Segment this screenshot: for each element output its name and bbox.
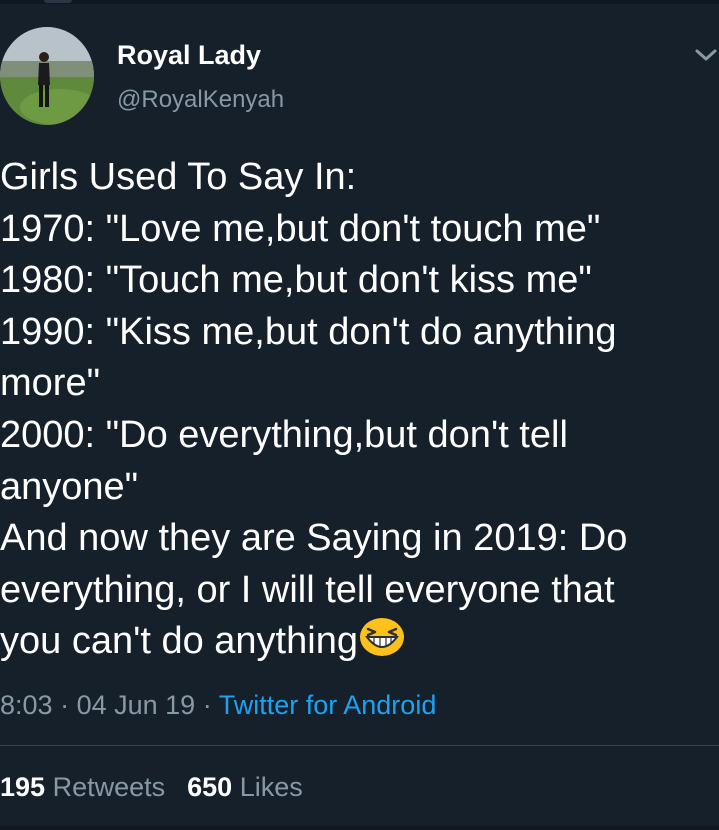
tweet-line: 1980: "Touch me,but don't kiss me" — [0, 259, 592, 302]
avatar-photo — [0, 27, 94, 125]
grinning-squinting-face-icon — [359, 618, 404, 657]
tweet-line: anyone" — [0, 465, 139, 508]
meta-separator: · — [202, 690, 212, 720]
divider — [0, 745, 719, 746]
user-handle[interactable]: @RoyalKenyah — [117, 86, 284, 114]
tweet-meta: 8:03 · 04 Jun 19 · Twitter for Android — [0, 690, 436, 721]
tweet-line-text: you can't do anything — [0, 620, 358, 663]
bottom-edge — [0, 826, 719, 830]
meta-separator: · — [60, 690, 70, 720]
retweets-stat[interactable]: 195 Retweets — [0, 772, 165, 802]
tweet-line: 2000: "Do everything,but don't tell — [0, 413, 568, 456]
source-client-link[interactable]: Twitter for Android — [219, 690, 437, 720]
engagement-stats: 195 Retweets 650 Likes — [0, 772, 303, 803]
tweet-line: more" — [0, 362, 101, 405]
retweets-label: Retweets — [52, 772, 166, 802]
chevron-down-icon[interactable] — [693, 44, 719, 66]
likes-label: Likes — [239, 772, 303, 802]
tweet-time[interactable]: 8:03 — [0, 690, 53, 720]
top-edge — [0, 0, 719, 4]
display-name[interactable]: Royal Lady — [117, 40, 261, 71]
tweet-line: everything, or I will tell everyone that — [0, 568, 615, 611]
avatar[interactable] — [0, 27, 94, 125]
retweets-count: 195 — [0, 772, 46, 802]
tweet-line: Girls Used To Say In: — [0, 156, 357, 198]
tweet-text: Girls Used To Say In: 1970: "Love me,but… — [0, 152, 712, 668]
tweet-date[interactable]: 04 Jun 19 — [77, 690, 196, 720]
tweet-line: And now they are Saying in 2019: Do — [0, 517, 628, 560]
likes-stat[interactable]: 650 Likes — [187, 772, 303, 802]
tweet-line: 1970: "Love me,but don't touch me" — [0, 207, 601, 250]
tweet-line: 1990: "Kiss me,but don't do anything — [0, 310, 617, 353]
tweet-last-line: you can't do anything — [0, 616, 712, 668]
likes-count: 650 — [187, 772, 233, 802]
top-edge-cap — [44, 0, 72, 3]
